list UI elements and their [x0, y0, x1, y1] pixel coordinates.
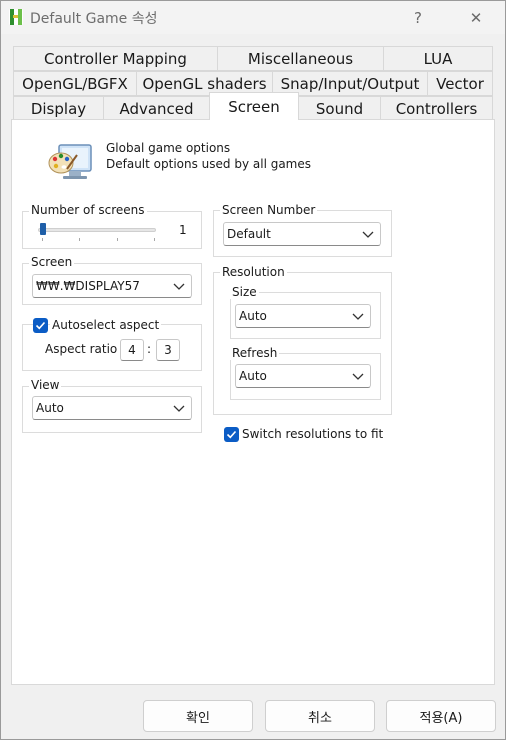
checkmark-icon [35, 321, 46, 330]
view-select-value: Auto [36, 401, 64, 415]
ok-button[interactable]: 확인 [143, 700, 253, 732]
refresh-select[interactable]: Auto [235, 364, 371, 388]
help-icon: ? [414, 8, 422, 27]
aspect-height-input[interactable]: 3 [156, 339, 180, 361]
chevron-down-icon [362, 231, 374, 238]
slider-tick [42, 238, 43, 241]
view-select[interactable]: Auto [32, 396, 192, 420]
chevron-down-icon [352, 373, 364, 380]
refresh-select-value: Auto [239, 369, 267, 383]
cancel-button[interactable]: 취소 [265, 700, 375, 732]
screens-count-value: 1 [179, 223, 187, 237]
window-title: Default Game 속성 [30, 11, 158, 27]
tab-lua[interactable]: LUA [383, 46, 493, 71]
switch-resolutions-checkbox[interactable] [224, 427, 239, 442]
autoselect-aspect-checkbox[interactable] [33, 318, 48, 333]
resolution-label: Resolution [220, 265, 287, 279]
properties-window: Default Game 속성 ? ✕ Controller Mapping M… [0, 0, 506, 740]
autoselect-aspect-label: Autoselect aspect [50, 318, 162, 332]
tab-advanced[interactable]: Advanced [103, 96, 210, 121]
checkmark-icon [226, 430, 237, 439]
view-label: View [29, 378, 62, 392]
close-icon: ✕ [469, 8, 483, 27]
tab-controller-mapping[interactable]: Controller Mapping [13, 46, 218, 71]
tab-display[interactable]: Display [13, 96, 104, 121]
aspect-ratio-label: Aspect ratio [45, 342, 118, 356]
help-button[interactable]: ? [395, 1, 441, 34]
close-button[interactable]: ✕ [453, 1, 499, 34]
slider-tick [79, 238, 80, 241]
info-title: Global game options [106, 141, 231, 155]
palette-icon [48, 144, 92, 179]
tab-miscellaneous[interactable]: Miscellaneous [217, 46, 384, 71]
title-bar: Default Game 속성 ? ✕ [1, 1, 505, 34]
tab-screen[interactable]: Screen [209, 92, 299, 120]
size-select-value: Auto [239, 309, 267, 323]
chevron-down-icon [173, 283, 185, 290]
app-logo-icon [9, 9, 23, 25]
tab-sound[interactable]: Sound [298, 96, 381, 121]
info-subtitle: Default options used by all games [106, 157, 312, 171]
number-of-screens-label: Number of screens [29, 203, 147, 217]
tab-controllers[interactable]: Controllers [380, 96, 493, 121]
switch-resolutions-label: Switch resolutions to fit [242, 427, 384, 441]
chevron-down-icon [352, 313, 364, 320]
screens-slider-thumb[interactable] [40, 223, 46, 235]
slider-tick [117, 238, 118, 241]
screen-select-value: ₩₩.₩DISPLAY57 [36, 279, 140, 293]
screen-number-value: Default [227, 227, 271, 241]
tab-opengl-bgfx[interactable]: OpenGL/BGFX [13, 71, 137, 96]
tab-vector[interactable]: Vector [427, 71, 493, 96]
screen-label: Screen [29, 255, 75, 269]
aspect-separator: : [147, 342, 152, 356]
screens-slider-track[interactable] [38, 228, 156, 232]
screen-number-select[interactable]: Default [223, 222, 381, 246]
size-select[interactable]: Auto [235, 304, 371, 328]
slider-tick [154, 238, 155, 241]
aspect-width-input[interactable]: 4 [120, 339, 144, 361]
size-label: Size [230, 285, 259, 299]
refresh-label: Refresh [230, 346, 280, 360]
screen-select[interactable]: ₩₩.₩DISPLAY57 [32, 274, 192, 298]
chevron-down-icon [173, 405, 185, 412]
apply-button[interactable]: 적용(A) [386, 700, 496, 732]
screen-number-label: Screen Number [220, 203, 318, 217]
